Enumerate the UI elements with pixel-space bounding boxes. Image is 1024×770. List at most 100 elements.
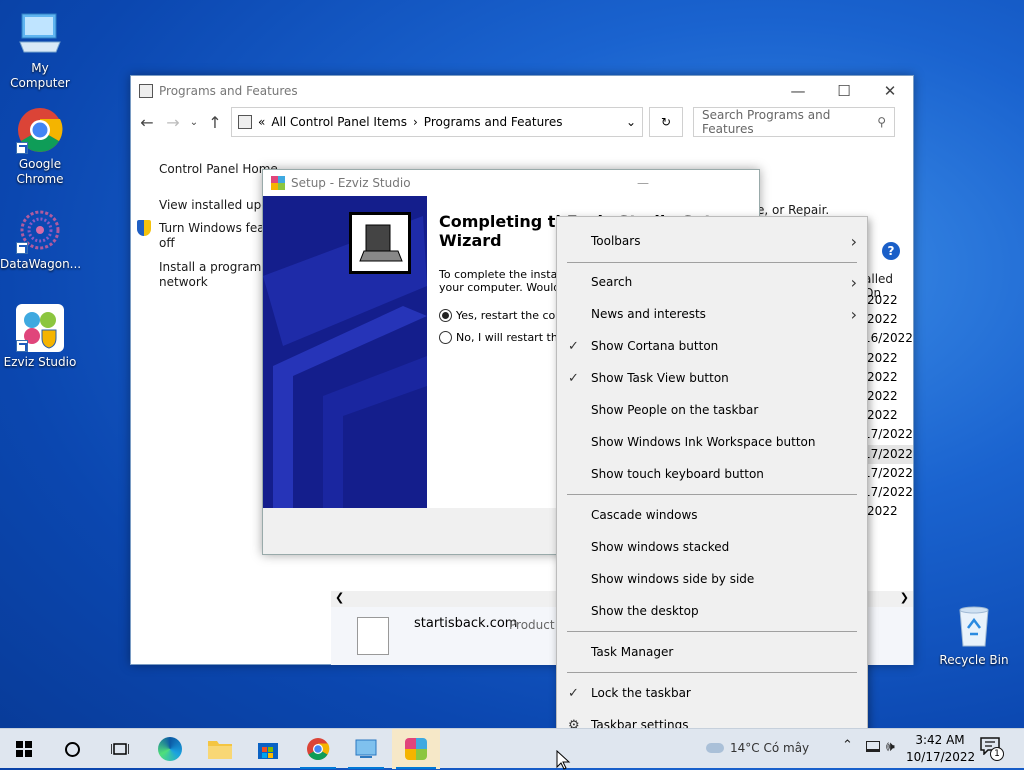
context-menu-item[interactable]: ✓ Lock the taskbar — [557, 677, 867, 709]
minimize-button[interactable]: — — [775, 82, 821, 100]
desktop-icon-label: DataWagon... — [0, 257, 82, 271]
action-center-button[interactable]: 1 — [980, 737, 1004, 761]
desktop-icon-datawagon[interactable]: DataWagon... — [0, 206, 82, 272]
desktop-icon-recycle-bin[interactable]: Recycle Bin — [934, 602, 1014, 668]
context-menu-item[interactable]: Show windows stacked — [557, 531, 867, 563]
desktop-icon-label: My Computer — [10, 61, 70, 90]
install-network-link-2[interactable]: network — [159, 275, 208, 289]
store-taskbar-button[interactable] — [244, 729, 292, 769]
installed-dates-column: /2022/2022 16/2022/2022/2022/2022/2022 17/… — [863, 291, 913, 521]
breadcrumb-item[interactable]: All Control Panel Items — [271, 115, 407, 129]
context-menu-item[interactable]: Toolbars › — [557, 225, 867, 257]
search-input[interactable]: Search Programs and Features ⚲ — [693, 107, 895, 137]
dialog-minimize-button[interactable]: — — [637, 176, 649, 190]
desktop-icon-label: Recycle Bin — [939, 653, 1009, 667]
running-indicator — [348, 767, 384, 769]
volume-icon[interactable]: 🕪 — [886, 739, 895, 755]
control-panel-home-link[interactable]: Control Panel Home — [159, 162, 278, 176]
start-button[interactable] — [0, 729, 48, 769]
chrome-taskbar-button[interactable] — [294, 729, 342, 769]
installed-date-cell[interactable]: 16/2022 — [863, 329, 913, 348]
task-view-button[interactable] — [96, 729, 144, 769]
installed-date-cell[interactable]: 17/2022 — [863, 425, 913, 444]
clock-date: 10/17/2022 — [906, 750, 976, 764]
recycle-bin-icon — [950, 602, 998, 650]
installed-date-cell[interactable]: /2022 — [863, 349, 913, 368]
context-menu-item[interactable]: ✓ Show Task View button — [557, 362, 867, 394]
address-dropdown-icon[interactable]: ⌄ — [626, 115, 636, 129]
clock[interactable]: 3:42 AM 10/17/2022 — [906, 732, 976, 766]
context-menu-item-label: Task Manager — [591, 645, 674, 659]
installed-date-cell[interactable]: /2022 — [863, 368, 913, 387]
context-menu-item[interactable]: Search › — [557, 266, 867, 298]
context-menu-item[interactable]: ✓ Show Cortana button — [557, 330, 867, 362]
show-hidden-icons-chevron-icon[interactable]: ⌃ — [842, 738, 853, 753]
help-icon[interactable]: ? — [882, 242, 900, 260]
installed-date-cell[interactable]: 17/2022 — [863, 483, 913, 502]
installed-date-cell[interactable]: /2022 — [863, 291, 913, 310]
context-menu-item-label: Lock the taskbar — [591, 686, 691, 700]
restart-no-radio[interactable]: No, I will restart the c — [439, 331, 574, 344]
menu-separator — [567, 262, 857, 263]
ezviz-taskbar-button[interactable] — [392, 729, 440, 769]
maximize-button[interactable]: ☐ — [821, 82, 867, 100]
taskbar[interactable]: 14°C Có mây ⌃ 🕪 3:42 AM 10/17/2022 1 — [0, 728, 1024, 769]
context-menu-item[interactable]: News and interests › — [557, 298, 867, 330]
context-menu-item-label: Show touch keyboard button — [591, 467, 764, 481]
context-menu-item[interactable]: Show windows side by side — [557, 563, 867, 595]
window-titlebar[interactable]: Programs and Features — ☐ ✕ — [131, 76, 913, 106]
address-bar[interactable]: « All Control Panel Items › Programs and… — [231, 107, 643, 137]
breadcrumb-chevron-icon: « — [258, 115, 266, 129]
context-menu-item[interactable]: Cascade windows — [557, 499, 867, 531]
edge-taskbar-button[interactable] — [146, 729, 194, 769]
installed-date-cell[interactable]: 17/2022 — [863, 464, 913, 483]
context-menu-item-label: Show windows side by side — [591, 572, 755, 586]
context-menu-item-label: Toolbars — [591, 234, 641, 248]
running-indicator — [300, 767, 336, 769]
weather-widget[interactable]: 14°C Có mây — [706, 741, 809, 755]
dialog-titlebar[interactable]: Setup - Ezviz Studio — — [263, 170, 759, 196]
scroll-right-icon[interactable]: ❯ — [900, 591, 909, 604]
running-indicator — [396, 767, 436, 769]
close-button[interactable]: ✕ — [867, 82, 913, 100]
context-menu-item[interactable]: Show touch keyboard button — [557, 458, 867, 490]
installed-date-cell[interactable]: /2022 — [863, 310, 913, 329]
control-panel-taskbar-button[interactable] — [342, 729, 390, 769]
submenu-chevron-icon: › — [850, 231, 857, 251]
context-menu-item-label: Show Cortana button — [591, 339, 719, 353]
context-menu-item[interactable]: Show Windows Ink Workspace button — [557, 426, 867, 458]
cortana-button[interactable] — [48, 729, 96, 769]
refresh-button[interactable]: ↻ — [649, 107, 683, 137]
back-arrow-icon[interactable]: ← — [137, 113, 157, 132]
network-icon[interactable] — [866, 741, 880, 752]
forward-arrow-icon[interactable]: → — [163, 113, 183, 132]
breadcrumb-item[interactable]: Programs and Features — [424, 115, 563, 129]
desktop-icon-my-computer[interactable]: My Computer — [0, 10, 80, 91]
windows-features-link-2[interactable]: off — [159, 236, 175, 250]
windows-features-link[interactable]: Turn Windows featu — [159, 221, 277, 235]
menu-separator — [567, 494, 857, 495]
file-explorer-taskbar-button[interactable] — [196, 729, 244, 769]
context-menu-item[interactable]: Show the desktop — [557, 595, 867, 627]
desktop-icon-ezviz[interactable]: Ezviz Studio — [0, 304, 80, 370]
context-menu-item-label: Show Windows Ink Workspace button — [591, 435, 816, 449]
shortcut-arrow-icon — [16, 142, 28, 154]
installed-date-cell[interactable]: 17/2022 — [863, 444, 913, 464]
context-menu-item[interactable]: Task Manager — [557, 636, 867, 668]
desktop-icon-chrome[interactable]: Google Chrome — [0, 106, 80, 187]
dialog-title: Setup - Ezviz Studio — [291, 176, 411, 190]
restart-yes-radio[interactable]: Yes, restart the comp — [439, 309, 573, 322]
up-arrow-icon[interactable]: ↑ — [205, 113, 225, 132]
cortana-circle-icon — [64, 741, 80, 757]
recent-dropdown-icon[interactable]: ⌄ — [189, 117, 199, 128]
scroll-left-icon[interactable]: ❮ — [335, 591, 344, 604]
installed-date-cell[interactable]: /2022 — [863, 406, 913, 425]
installed-date-cell[interactable]: /2022 — [863, 502, 913, 521]
edge-icon — [158, 737, 182, 761]
context-menu-item[interactable]: Show People on the taskbar — [557, 394, 867, 426]
installed-date-cell[interactable]: /2022 — [863, 387, 913, 406]
context-menu-item-label: Show windows stacked — [591, 540, 730, 554]
menu-separator — [567, 672, 857, 673]
task-view-icon — [111, 743, 129, 755]
checkmark-icon: ✓ — [568, 370, 579, 386]
